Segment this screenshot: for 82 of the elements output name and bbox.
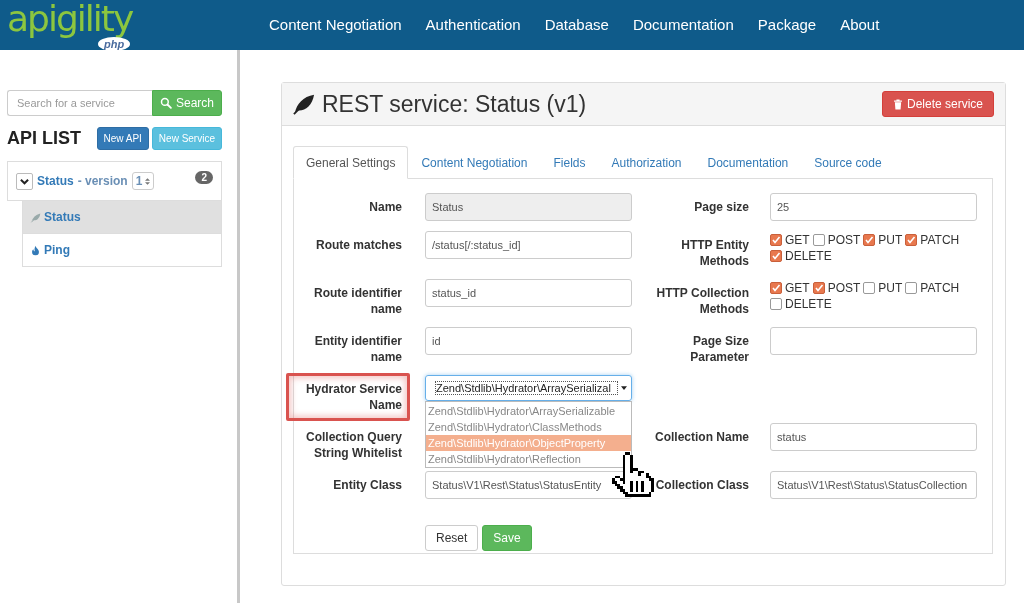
service-item[interactable]: Ping xyxy=(22,234,222,267)
delete-service-button[interactable]: Delete service xyxy=(881,91,994,117)
version-label: - version xyxy=(77,174,128,188)
checkbox[interactable] xyxy=(812,234,825,246)
field-label: Hydrator Service Name xyxy=(286,373,410,421)
api-name[interactable]: Status xyxy=(37,174,74,188)
checkbox-label: PATCH xyxy=(920,280,960,296)
text-field[interactable]: 25 xyxy=(770,193,977,221)
field-label: HTTP Entity Methods xyxy=(680,237,749,269)
chevron-icon xyxy=(20,176,29,186)
dropdown-option[interactable]: Zend\Stdlib\Hydrator\ClassMethods xyxy=(426,419,631,435)
text-field[interactable]: status xyxy=(770,423,977,451)
checkbox-label: PATCH xyxy=(920,232,960,248)
checkbox-label: POST xyxy=(827,232,861,248)
checkbox-label: PUT xyxy=(878,280,903,296)
tab[interactable]: Fields xyxy=(540,146,599,179)
service-name: Status xyxy=(44,210,81,224)
leaf-icon xyxy=(30,211,41,223)
checkbox-label: GET xyxy=(785,280,810,296)
text-field[interactable]: id xyxy=(425,327,632,355)
version-select[interactable]: 1 xyxy=(131,172,155,190)
tab[interactable]: Source code xyxy=(801,146,895,179)
text-field[interactable]: status_id xyxy=(425,279,632,307)
text-field[interactable]: Status\V1\Rest\Status\StatusCollection xyxy=(770,471,977,499)
nav-link[interactable]: About xyxy=(828,0,892,50)
tab[interactable]: Documentation xyxy=(694,146,802,179)
checkbox[interactable] xyxy=(770,298,782,310)
checkbox-label: POST xyxy=(827,280,861,296)
spinner-arrows-icon xyxy=(145,176,151,186)
search-icon xyxy=(159,97,172,109)
field-label: Route identifier name xyxy=(313,285,402,317)
caret-icon xyxy=(621,386,627,390)
field-label: Collection Class xyxy=(655,477,749,493)
search-field[interactable]: Search for a service xyxy=(7,90,152,116)
checkbox-label: DELETE xyxy=(785,248,832,264)
checkbox[interactable] xyxy=(770,234,782,246)
trash-icon xyxy=(892,98,903,110)
field-label: Collection Name xyxy=(654,429,749,445)
tab[interactable]: Content Negotiation xyxy=(408,146,541,179)
form-button[interactable]: Save xyxy=(482,525,532,551)
field-label: Page size xyxy=(694,199,749,215)
checkbox[interactable] xyxy=(770,250,782,262)
api-list-heading: API LIST xyxy=(7,128,81,149)
checkbox-label: DELETE xyxy=(785,296,832,312)
nav-link[interactable]: Database xyxy=(532,0,621,50)
nav-link[interactable]: Documentation xyxy=(620,0,746,50)
checkbox[interactable] xyxy=(905,282,918,294)
checkbox-label: GET xyxy=(785,232,810,248)
field-label: Name xyxy=(369,199,402,215)
form-button[interactable]: Reset xyxy=(425,525,479,551)
field-label: Page Size Parameter xyxy=(689,333,749,365)
select-field[interactable]: Zend\Stdlib\Hydrator\ArraySerializal xyxy=(425,375,632,401)
logo-text[interactable]: apigility xyxy=(7,0,133,38)
nav-link[interactable]: Content Negotiation xyxy=(257,0,414,50)
nav-link[interactable]: Package xyxy=(745,0,829,50)
field-label: HTTP Collection Methods xyxy=(655,285,749,317)
service-name: Ping xyxy=(44,243,70,257)
text-field[interactable]: /status[/:status_id] xyxy=(425,231,632,259)
panel-title: REST service: Status (v1) xyxy=(322,90,588,118)
flame-icon xyxy=(30,244,41,256)
tab[interactable]: Authorization xyxy=(598,146,695,179)
field-label: Route matches xyxy=(315,237,402,253)
count-badge: 2 xyxy=(195,171,213,184)
field-label: Entity Class xyxy=(333,477,402,493)
checkbox[interactable] xyxy=(770,282,782,294)
nav-link[interactable]: Authentication xyxy=(413,0,533,50)
checkbox[interactable] xyxy=(812,282,825,294)
search-button[interactable]: Search xyxy=(151,90,222,116)
field-label: Collection Query String Whitelist xyxy=(304,429,402,461)
new-item-button[interactable]: New API xyxy=(96,127,149,150)
checkbox[interactable] xyxy=(905,234,918,246)
checkbox[interactable] xyxy=(863,282,876,294)
tab[interactable]: General Settings xyxy=(293,146,409,179)
dropdown-option[interactable]: Zend\Stdlib\Hydrator\ArraySerializable xyxy=(426,403,631,419)
leaf-icon xyxy=(293,93,315,115)
logo-badge: php xyxy=(98,37,131,51)
service-item[interactable]: Status xyxy=(22,201,222,234)
text-field[interactable] xyxy=(770,327,977,355)
checkbox-label: PUT xyxy=(878,232,903,248)
checkbox[interactable] xyxy=(863,234,876,246)
expand-toggle[interactable] xyxy=(16,172,33,190)
field-label: Entity identifier name xyxy=(313,333,402,365)
